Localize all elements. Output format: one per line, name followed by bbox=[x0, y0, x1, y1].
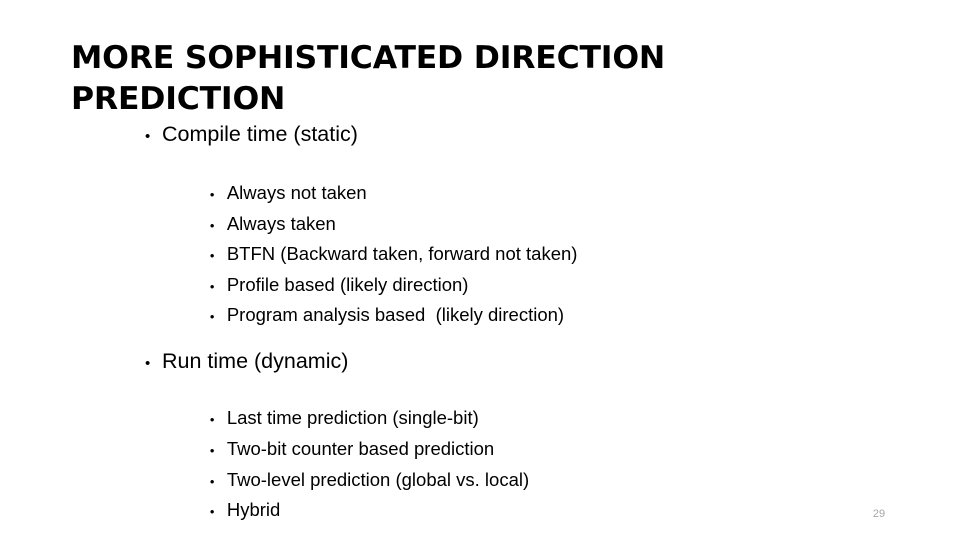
bullet-level1-compile-time: • Compile time (static) bbox=[145, 121, 358, 150]
bullet-level2-label: Hybrid bbox=[226, 499, 281, 520]
slide: MORE SOPHISTICATED DIRECTION PREDICTION … bbox=[0, 0, 960, 540]
bullet-icon: • bbox=[145, 355, 151, 372]
bullet-icon: • bbox=[209, 309, 215, 324]
bullet-level2-label: Program analysis based (likely direction… bbox=[226, 304, 565, 325]
page-number: 29 bbox=[872, 508, 886, 520]
bullet-level1-label: Compile time (static) bbox=[162, 122, 358, 146]
bullet-level2-program-analysis-based: • Program analysis based (likely directio… bbox=[179, 279, 564, 353]
bullet-level1-label: Run time (dynamic) bbox=[162, 349, 349, 373]
bullet-icon: • bbox=[209, 504, 215, 519]
slide-body: • Compile time (static) • Always not taken… bbox=[0, 0, 960, 540]
bullet-level2-hybrid: • Hybrid bbox=[179, 474, 280, 548]
bullet-level1-run-time: • Run time (dynamic) bbox=[145, 348, 348, 377]
bullet-icon: • bbox=[145, 128, 151, 145]
